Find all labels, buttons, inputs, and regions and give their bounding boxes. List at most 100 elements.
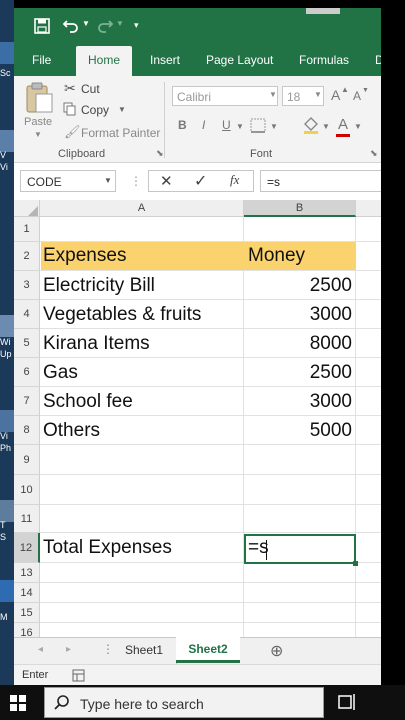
font-launcher-icon[interactable]: ⬊ <box>370 148 378 159</box>
underline-button[interactable]: U <box>222 118 231 132</box>
row-gridline <box>40 622 381 623</box>
column-header-c[interactable] <box>356 200 381 217</box>
name-box-dropdown-icon[interactable]: ▼ <box>104 176 112 185</box>
insert-function-button[interactable]: fx <box>230 172 239 188</box>
row-header[interactable]: 12 <box>14 533 40 563</box>
save-icon[interactable] <box>34 18 50 34</box>
format-painter-icon[interactable]: 🖌 <box>64 124 81 140</box>
tab-file[interactable]: File <box>32 46 51 76</box>
sheet-tab-sheet2[interactable]: Sheet2 <box>176 637 240 663</box>
tab-formulas[interactable]: Formulas <box>299 46 349 76</box>
row-header[interactable]: 1 <box>14 217 40 242</box>
borders-dropdown-icon[interactable]: ▼ <box>270 122 278 131</box>
tab-data[interactable]: D <box>375 46 381 76</box>
paste-icon[interactable] <box>24 82 54 114</box>
row-header[interactable]: 15 <box>14 603 40 623</box>
expense-amount[interactable]: 2500 <box>248 362 352 384</box>
font-name-select[interactable]: Calibri <box>172 86 278 106</box>
add-sheet-button[interactable]: ⊕ <box>270 641 283 661</box>
task-view-icon[interactable] <box>338 693 358 711</box>
expense-name[interactable]: Kirana Items <box>43 333 150 355</box>
desktop-icon-label: Vi <box>0 162 8 172</box>
cut-button[interactable]: Cut <box>81 82 100 96</box>
redo-dropdown-icon[interactable]: ▼ <box>116 19 124 28</box>
clipboard-launcher-icon[interactable]: ⬊ <box>156 148 164 159</box>
formula-input[interactable]: =s <box>260 170 381 192</box>
desktop-icon[interactable] <box>0 130 14 152</box>
column-header-b[interactable]: B <box>244 200 356 217</box>
format-painter-button[interactable]: Format Painter <box>81 126 160 140</box>
row-header[interactable]: 16 <box>14 623 40 637</box>
shrink-font-button[interactable]: A <box>353 89 361 103</box>
tab-insert[interactable]: Insert <box>150 46 180 76</box>
font-name-dropdown-icon[interactable]: ▼ <box>269 90 277 99</box>
row-gridline <box>40 328 381 329</box>
font-color-button[interactable]: A <box>338 116 348 133</box>
expense-amount[interactable]: 3000 <box>248 391 352 413</box>
row-header[interactable]: 2 <box>14 242 40 271</box>
desktop-icon-label: Sc <box>0 68 11 78</box>
font-size-dropdown-icon[interactable]: ▼ <box>314 90 322 99</box>
underline-dropdown-icon[interactable]: ▼ <box>236 122 244 131</box>
copy-icon[interactable] <box>63 102 77 116</box>
fill-color-dropdown-icon[interactable]: ▼ <box>322 122 330 131</box>
tab-home[interactable]: Home <box>76 46 133 76</box>
row-gridline <box>40 270 381 271</box>
undo-dropdown-icon[interactable]: ▼ <box>82 19 90 28</box>
name-box[interactable]: CODE <box>20 170 116 192</box>
column-gridline <box>355 217 356 637</box>
paste-dropdown-icon[interactable]: ▼ <box>34 130 42 139</box>
row-header[interactable]: 4 <box>14 300 40 329</box>
row-header[interactable]: 7 <box>14 387 40 416</box>
expense-name[interactable]: School fee <box>43 391 133 413</box>
borders-icon[interactable] <box>250 118 268 134</box>
expense-amount[interactable]: 2500 <box>248 275 352 297</box>
expense-amount[interactable]: 3000 <box>248 304 352 326</box>
italic-button[interactable]: I <box>202 118 205 132</box>
row-header[interactable]: 14 <box>14 583 40 603</box>
undo-icon[interactable] <box>62 17 80 35</box>
fill-handle[interactable] <box>353 561 358 566</box>
copy-button[interactable]: Copy <box>81 103 109 117</box>
font-color-dropdown-icon[interactable]: ▼ <box>354 122 362 131</box>
row-header[interactable]: 8 <box>14 416 40 445</box>
scroll-tabs-right-icon[interactable]: ▸ <box>66 644 71 655</box>
row-header[interactable]: 10 <box>14 475 40 505</box>
tab-page-layout[interactable]: Page Layout <box>206 46 273 76</box>
row-header[interactable]: 5 <box>14 329 40 358</box>
expense-amount[interactable]: 8000 <box>248 333 352 355</box>
sheet-tab-sheet1[interactable]: Sheet1 <box>112 638 177 664</box>
header-expenses[interactable]: Expenses <box>43 245 126 267</box>
fill-color-icon[interactable] <box>302 116 320 134</box>
macro-record-icon[interactable] <box>72 669 85 682</box>
row-header[interactable]: 13 <box>14 563 40 583</box>
copy-dropdown-icon[interactable]: ▼ <box>118 105 126 114</box>
desktop-icon[interactable] <box>0 500 14 522</box>
column-header-a[interactable]: A <box>40 200 244 217</box>
cancel-entry-button[interactable]: ✕ <box>160 172 173 190</box>
grow-font-button[interactable]: A <box>331 87 340 103</box>
expense-name[interactable]: Others <box>43 420 100 442</box>
cut-icon[interactable]: ✂ <box>64 80 76 97</box>
header-money[interactable]: Money <box>248 245 305 267</box>
redo-icon[interactable] <box>96 17 114 35</box>
scroll-tabs-left-icon[interactable]: ◂ <box>38 644 43 655</box>
desktop-icon[interactable] <box>0 315 14 337</box>
desktop-icon[interactable] <box>0 580 14 602</box>
paste-label[interactable]: Paste <box>24 116 52 128</box>
row-header[interactable]: 6 <box>14 358 40 387</box>
row-header[interactable]: 11 <box>14 505 40 533</box>
desktop-icon[interactable] <box>0 42 14 64</box>
expense-amount[interactable]: 5000 <box>248 420 352 442</box>
expense-name[interactable]: Gas <box>43 362 78 384</box>
confirm-entry-button[interactable]: ✓ <box>194 171 207 191</box>
expense-name[interactable]: Vegetables & fruits <box>43 304 201 326</box>
bold-button[interactable]: B <box>178 118 187 132</box>
expense-name[interactable]: Electricity Bill <box>43 275 155 297</box>
row-header[interactable]: 3 <box>14 271 40 300</box>
customize-toolbar-icon[interactable]: ▾ <box>134 20 139 31</box>
row-header[interactable]: 9 <box>14 445 40 475</box>
desktop-icon[interactable] <box>0 410 14 432</box>
windows-start-icon[interactable] <box>10 695 26 711</box>
total-expenses-label[interactable]: Total Expenses <box>43 537 172 559</box>
